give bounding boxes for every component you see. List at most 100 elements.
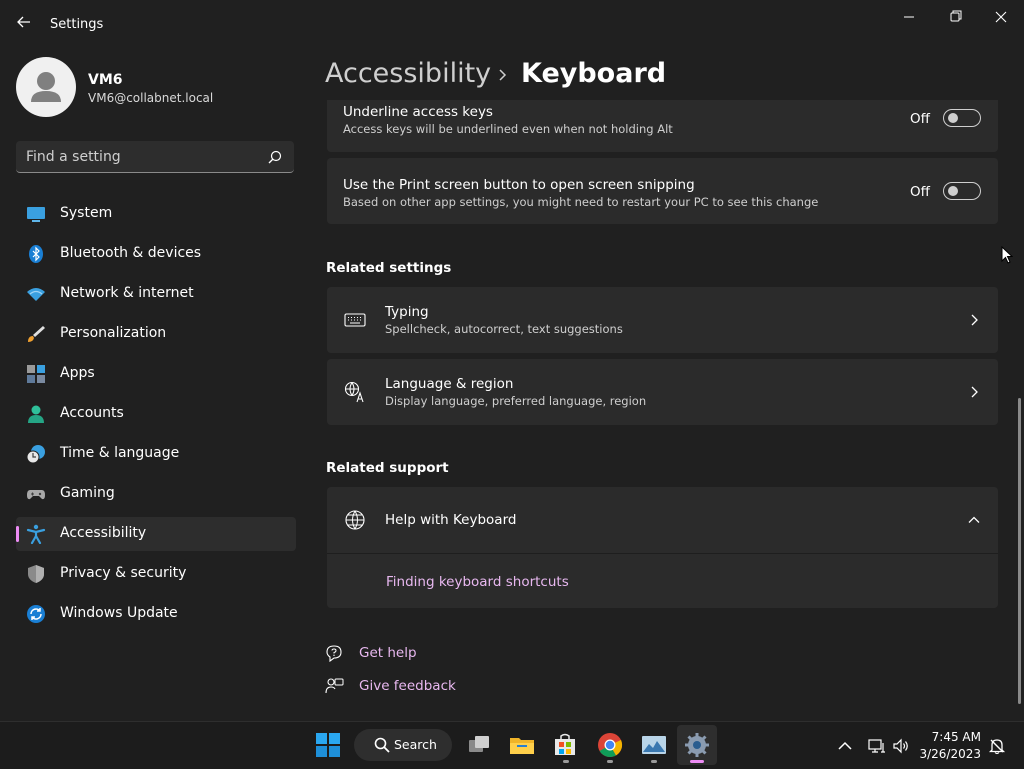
sidebar-item-label: Network & internet (60, 285, 194, 301)
print-screen-snipping-toggle[interactable] (943, 182, 981, 200)
avatar[interactable] (16, 57, 76, 117)
running-indicator (563, 760, 569, 763)
give-feedback-label: Give feedback (359, 678, 456, 694)
search-box (16, 141, 294, 173)
app-title: Settings (50, 17, 104, 32)
task-view-icon[interactable] (466, 732, 492, 758)
scrollbar-thumb[interactable] (1018, 398, 1021, 704)
help-with-keyboard-header[interactable]: Help with Keyboard (327, 487, 998, 553)
sidebar-item-label: Privacy & security (60, 565, 187, 581)
title-bar: Settings (0, 0, 1024, 48)
taskbar-clock-date[interactable]: 3/26/2023 (919, 747, 981, 761)
close-icon[interactable] (989, 8, 1013, 26)
related-support-heading: Related support (326, 460, 449, 476)
related-setting-title: Language & region (385, 376, 514, 392)
sidebar-item-network[interactable]: Network & internet (16, 277, 296, 311)
clock-globe-icon (26, 445, 45, 464)
sidebar-item-system[interactable]: System (16, 197, 296, 231)
chevron-up-icon[interactable] (836, 737, 854, 755)
sidebar-item-accounts[interactable]: Accounts (16, 397, 296, 431)
sidebar-item-gaming[interactable]: Gaming (16, 477, 296, 511)
related-setting-typing[interactable]: Typing Spellcheck, autocorrect, text sug… (327, 287, 998, 353)
sidebar-item-label: Bluetooth & devices (60, 245, 202, 261)
sidebar-item-windows-update[interactable]: Windows Update (16, 597, 296, 631)
sidebar-item-label: Gaming (60, 485, 115, 501)
running-indicator (651, 760, 657, 763)
windows-start-icon[interactable] (315, 732, 341, 758)
globe-icon (345, 510, 365, 530)
restore-icon[interactable] (943, 8, 967, 26)
get-help-link[interactable]: Get help (325, 643, 465, 665)
microsoft-store-icon[interactable] (552, 732, 578, 758)
finding-keyboard-shortcuts-link[interactable]: Finding keyboard shortcuts (386, 574, 569, 590)
search-icon (374, 737, 390, 753)
apps-icon (27, 365, 45, 383)
chevron-right-icon (499, 69, 507, 81)
page-title: Keyboard (521, 58, 667, 89)
brush-icon (28, 326, 45, 342)
help-with-keyboard-expander: Help with Keyboard Finding keyboard shor… (327, 487, 998, 608)
sidebar-item-label: Accessibility (60, 525, 147, 541)
sidebar-item-label: Accounts (60, 405, 124, 421)
taskbar-search-label: Search (394, 737, 437, 752)
help-chat-icon (326, 645, 342, 663)
user-avatar-icon (31, 72, 61, 102)
toggle-state-label: Off (910, 111, 930, 127)
related-setting-language-region[interactable]: Language & region Display language, pref… (327, 359, 998, 425)
network-monitor-icon[interactable] (868, 737, 886, 755)
image-viewer-icon[interactable] (641, 732, 667, 758)
sidebar-item-personalization[interactable]: Personalization (16, 317, 296, 351)
breadcrumb-parent[interactable]: Accessibility (325, 58, 491, 89)
language-icon (344, 381, 364, 403)
taskbar: Search 7:45 AM 3/26/2023 (0, 721, 1024, 769)
update-icon (27, 605, 45, 623)
chevron-up-icon (968, 516, 980, 523)
system-icon (27, 207, 45, 222)
related-setting-subtitle: Display language, preferred language, re… (385, 394, 647, 408)
shield-icon (28, 565, 44, 583)
keyboard-icon (344, 313, 366, 327)
taskbar-clock-time[interactable]: 7:45 AM (932, 730, 981, 744)
mouse-cursor-icon (1001, 246, 1013, 264)
chevron-right-icon (971, 314, 978, 326)
volume-icon[interactable] (892, 737, 910, 755)
profile-email: VM6@collabnet.local (88, 91, 214, 105)
gamepad-icon (27, 490, 45, 500)
sidebar-item-label: System (60, 205, 113, 221)
notification-bell-icon[interactable] (988, 737, 1006, 755)
sidebar-item-accessibility[interactable]: Accessibility (16, 517, 296, 551)
search-input[interactable] (26, 147, 256, 167)
file-explorer-icon[interactable] (509, 732, 535, 758)
sidebar-item-bluetooth[interactable]: Bluetooth & devices (16, 237, 296, 271)
back-arrow-icon[interactable] (14, 12, 34, 32)
related-settings-heading: Related settings (326, 260, 452, 276)
taskbar-search-button[interactable]: Search (354, 729, 452, 761)
sidebar-item-time-language[interactable]: Time & language (16, 437, 296, 471)
underline-access-keys-toggle[interactable] (943, 109, 981, 127)
active-app-indicator (690, 760, 704, 763)
settings-gear-icon[interactable] (684, 732, 710, 758)
give-feedback-link[interactable]: Give feedback (325, 676, 465, 698)
sidebar-item-privacy[interactable]: Privacy & security (16, 557, 296, 591)
sidebar-item-label: Time & language (60, 445, 180, 461)
setting-subtitle: Based on other app settings, you might n… (343, 195, 819, 209)
search-icon[interactable] (268, 150, 282, 164)
account-icon (28, 405, 44, 423)
bluetooth-icon (29, 245, 43, 263)
wifi-icon (27, 288, 45, 301)
sidebar-item-apps[interactable]: Apps (16, 357, 296, 391)
related-setting-subtitle: Spellcheck, autocorrect, text suggestion… (385, 322, 623, 336)
sidebar-item-label: Windows Update (60, 605, 178, 621)
toggle-state-label: Off (910, 184, 930, 200)
setting-subtitle: Access keys will be underlined even when… (343, 122, 673, 136)
related-setting-title: Typing (385, 304, 429, 320)
sidebar-item-label: Apps (60, 365, 95, 381)
setting-underline-access-keys: Underline access keys Access keys will b… (327, 100, 998, 152)
chevron-right-icon (971, 386, 978, 398)
accessibility-icon (26, 524, 46, 544)
running-indicator (607, 760, 613, 763)
chrome-icon[interactable] (597, 732, 623, 758)
get-help-label: Get help (359, 645, 417, 661)
profile-name: VM6 (88, 72, 123, 88)
minimize-icon[interactable] (897, 8, 921, 26)
